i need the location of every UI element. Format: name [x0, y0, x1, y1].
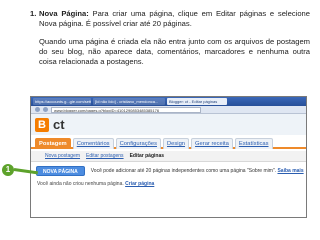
back-icon[interactable]: [35, 107, 40, 112]
pages-info: Você pode adicionar até 20 páginas indep…: [91, 168, 304, 174]
blog-name: ct: [53, 117, 65, 132]
main-tabs: Postagem Comentários Configurações Desig…: [31, 136, 306, 149]
new-page-row: NOVA PÁGINA Você pode adicionar até 20 p…: [36, 166, 304, 176]
tab-gerar-receita[interactable]: Gerar receita: [191, 138, 233, 149]
tab-estatisticas[interactable]: Estatísticas: [234, 138, 273, 149]
blogger-screenshot: https://accounts.g...gle.com/settings/ […: [30, 96, 307, 218]
address-bar: www.blogger.com/pages.g?blogID=410129085…: [31, 106, 306, 114]
sub-tabs: Nova postagem Editar postagens Editar pá…: [31, 151, 306, 162]
empty-state-text: Você ainda não criou nenhuma página.: [37, 181, 124, 187]
subtab-editar-paginas[interactable]: Editar páginas: [130, 153, 164, 159]
learn-more-link[interactable]: Saiba mais: [277, 168, 303, 174]
explanation-paragraph: Quando uma página é criada ela não entra…: [39, 37, 310, 66]
browser-tab-accounts[interactable]: https://accounts.g...gle.com/settings/: [33, 98, 91, 105]
instruction-text: 1. Nova Página: Para criar uma página, c…: [30, 9, 310, 67]
tab-comentarios[interactable]: Comentários: [72, 138, 114, 149]
blog-header: B ct: [31, 114, 306, 135]
step-item: 1. Nova Página: Para criar uma página, c…: [30, 9, 310, 29]
new-page-button[interactable]: NOVA PÁGINA: [36, 166, 85, 176]
subtab-nova-postagem[interactable]: Nova postagem: [45, 153, 80, 159]
url-field[interactable]: www.blogger.com/pages.g?blogID=410129085…: [51, 106, 201, 113]
callout-marker: 1: [2, 164, 14, 176]
subtab-editar-postagens[interactable]: Editar postagens: [86, 153, 124, 159]
pages-info-text: Você pode adicionar até 20 páginas indep…: [90, 168, 277, 174]
blogger-logo-icon[interactable]: B: [35, 117, 49, 132]
step-title: Nova Página:: [39, 9, 89, 18]
tab-design[interactable]: Design: [162, 138, 190, 149]
browser-tab-blogger[interactable]: Blogger: ct - Editar páginas: [167, 98, 227, 105]
forward-icon[interactable]: [43, 107, 48, 112]
tab-configuracoes[interactable]: Configurações: [115, 138, 161, 149]
empty-state: Você ainda não criou nenhuma página. Cri…: [37, 181, 154, 187]
browser-tab-mail[interactable]: [Id não lido] - cristiano_mendonca...: [93, 98, 165, 105]
tab-postagem[interactable]: Postagem: [35, 138, 71, 149]
browser-tab-bar: https://accounts.g...gle.com/settings/ […: [31, 97, 306, 106]
step-number: 1.: [30, 9, 37, 18]
create-page-link[interactable]: Criar página: [125, 181, 154, 187]
step-body: Nova Página: Para criar uma página, cliq…: [39, 9, 310, 29]
